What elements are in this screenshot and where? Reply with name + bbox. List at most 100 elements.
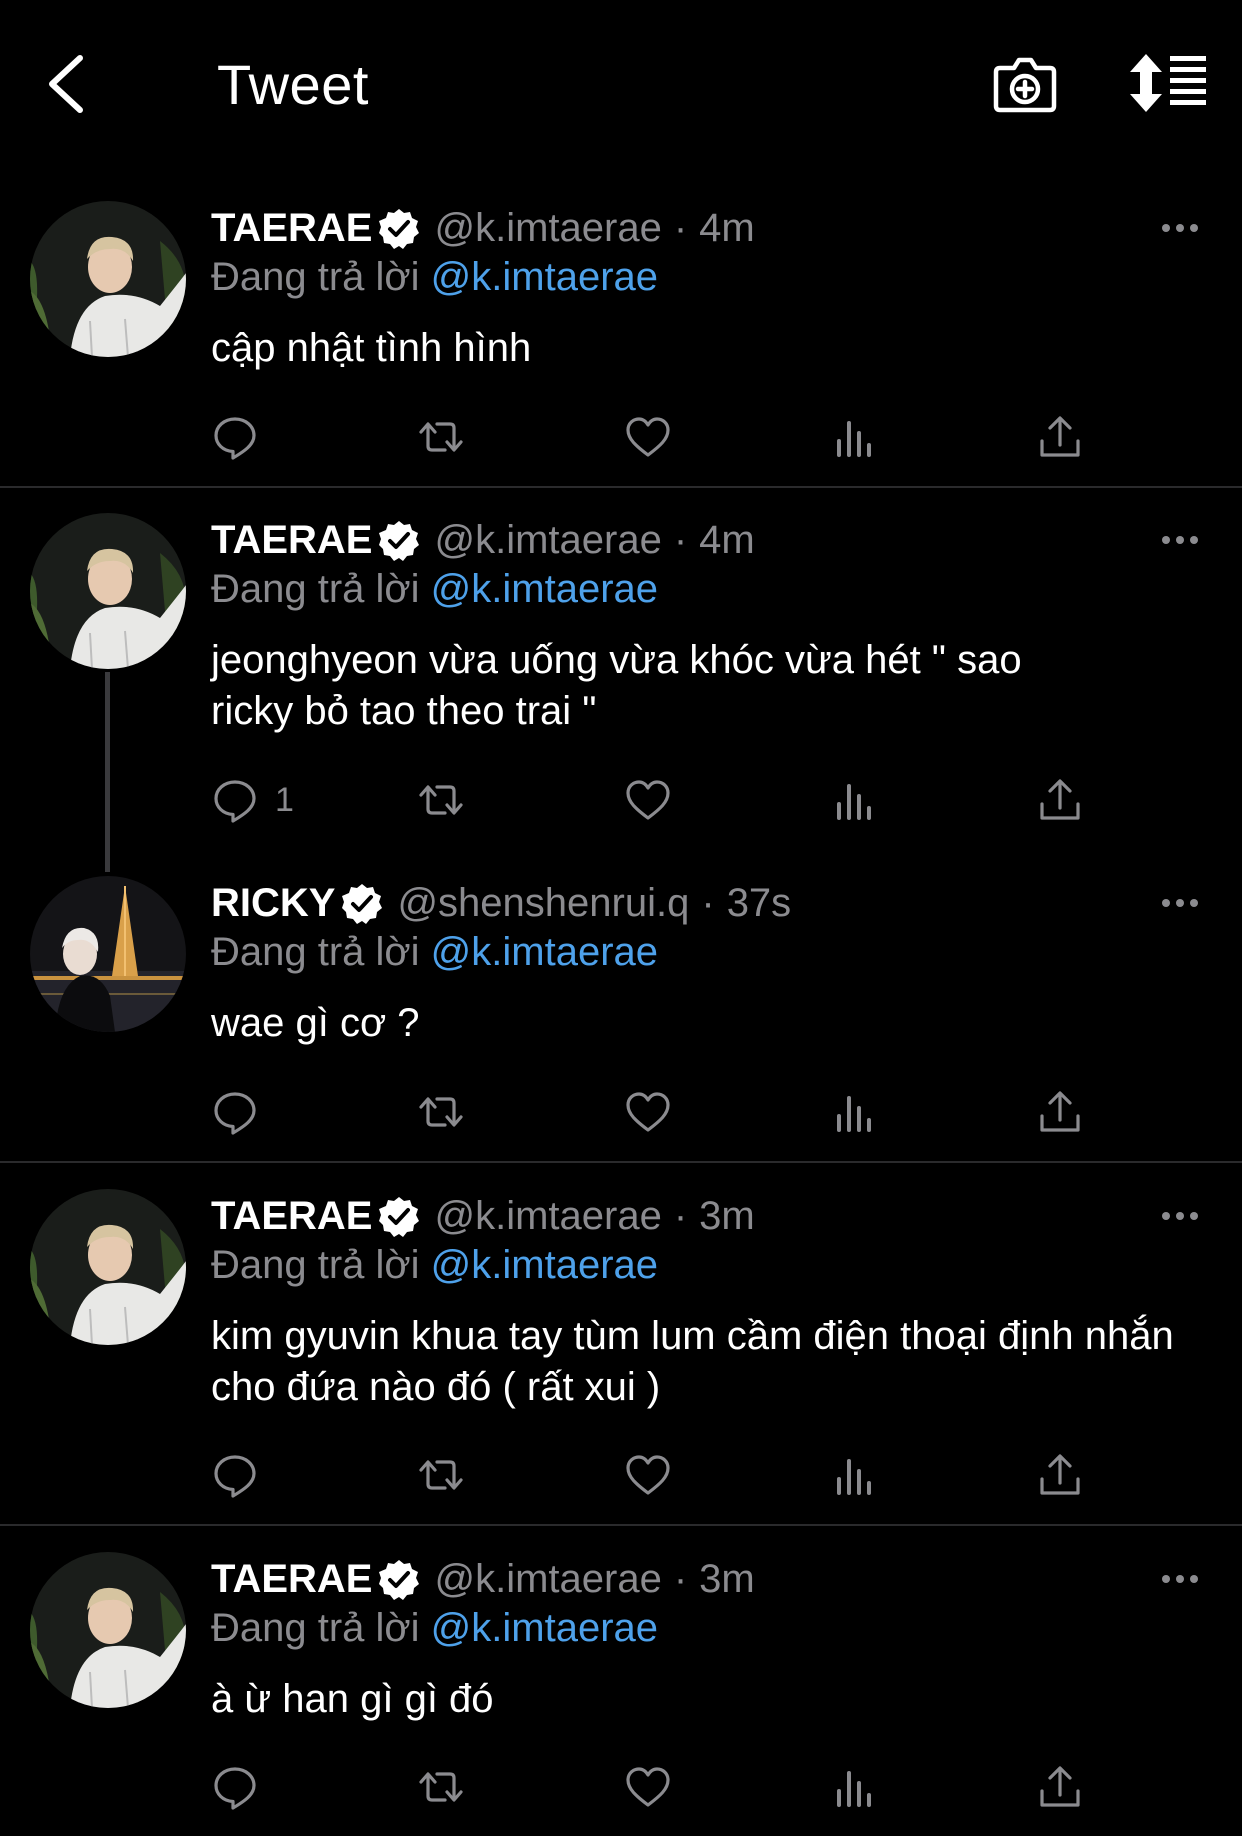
reply-button[interactable]	[211, 1087, 275, 1137]
reply-button[interactable]: 1	[211, 775, 294, 825]
avatar[interactable]	[30, 513, 186, 669]
stats-icon	[831, 1451, 879, 1499]
heart-icon	[624, 1451, 672, 1499]
retweet-icon	[417, 1088, 465, 1136]
reply-icon	[211, 1088, 259, 1136]
view-stats-button[interactable]	[831, 1087, 879, 1137]
reply-count: 1	[275, 780, 294, 819]
more-options-icon[interactable]	[1160, 1573, 1200, 1585]
retweet-icon	[417, 1451, 465, 1499]
like-button[interactable]	[624, 1450, 672, 1500]
reply-button[interactable]	[211, 1762, 275, 1812]
handle[interactable]: @k.imtaerae	[434, 206, 661, 251]
mention-link[interactable]: @k.imtaerae	[431, 255, 658, 299]
like-button[interactable]	[624, 1087, 672, 1137]
more-options-icon[interactable]	[1160, 222, 1200, 234]
view-stats-button[interactable]	[831, 412, 879, 462]
verified-badge-icon	[378, 1196, 420, 1238]
reply-button[interactable]	[211, 412, 275, 462]
heart-icon	[624, 776, 672, 824]
separator: ·	[673, 1557, 688, 1601]
action-bar	[211, 1762, 1111, 1812]
stats-icon	[831, 1088, 879, 1136]
retweet-button[interactable]	[417, 1762, 465, 1812]
replying-to: Đang trả lời @k.imtaerae	[211, 930, 658, 975]
handle[interactable]: @k.imtaerae	[434, 518, 661, 563]
action-bar	[211, 1450, 1111, 1500]
avatar[interactable]	[30, 1189, 186, 1345]
share-icon	[1036, 776, 1084, 824]
reply-button[interactable]	[211, 1450, 275, 1500]
camera-plus-icon[interactable]	[992, 50, 1058, 116]
replying-to-label: Đang trả lời	[211, 567, 420, 611]
replying-to: Đang trả lời @k.imtaerae	[211, 1606, 658, 1651]
replying-to: Đang trả lời @k.imtaerae	[211, 567, 658, 612]
more-options-icon[interactable]	[1160, 897, 1200, 909]
verified-badge-icon	[378, 1559, 420, 1601]
mention-link[interactable]: @k.imtaerae	[431, 930, 658, 974]
replying-to: Đang trả lời @k.imtaerae	[211, 1243, 658, 1288]
heart-icon	[624, 1088, 672, 1136]
share-button[interactable]	[1036, 1762, 1084, 1812]
display-name[interactable]: TAERAE	[211, 518, 372, 563]
share-icon	[1036, 1088, 1084, 1136]
reply-icon	[211, 1451, 259, 1499]
display-name[interactable]: TAERAE	[211, 206, 372, 251]
more-options-icon[interactable]	[1160, 1210, 1200, 1222]
display-name[interactable]: TAERAE	[211, 1557, 372, 1602]
mention-link[interactable]: @k.imtaerae	[431, 567, 658, 611]
view-stats-button[interactable]	[831, 775, 879, 825]
retweet-icon	[417, 1763, 465, 1811]
timestamp: 4m	[699, 206, 755, 250]
divider	[0, 1161, 1242, 1163]
retweet-button[interactable]	[417, 1450, 465, 1500]
chevron-left-icon[interactable]	[44, 52, 88, 116]
top-bar: Tweet	[0, 0, 1242, 165]
verified-badge-icon	[378, 520, 420, 562]
view-stats-button[interactable]	[831, 1762, 879, 1812]
share-button[interactable]	[1036, 1087, 1084, 1137]
retweet-button[interactable]	[417, 775, 465, 825]
share-icon	[1036, 1763, 1084, 1811]
action-bar	[211, 1087, 1111, 1137]
tweet-text: wae gì cơ ?	[211, 1001, 420, 1045]
more-options-icon[interactable]	[1160, 534, 1200, 546]
avatar[interactable]	[30, 876, 186, 1032]
reply-icon	[211, 1763, 259, 1811]
reply-icon	[211, 776, 259, 824]
replying-to-label: Đang trả lời	[211, 1243, 420, 1287]
retweet-icon	[417, 413, 465, 461]
display-name[interactable]: RICKY	[211, 881, 335, 926]
handle[interactable]: @k.imtaerae	[434, 1557, 661, 1602]
retweet-button[interactable]	[417, 1087, 465, 1137]
stats-icon	[831, 413, 879, 461]
handle[interactable]: @k.imtaerae	[434, 1194, 661, 1239]
retweet-button[interactable]	[417, 412, 465, 462]
tweet-text: kim gyuvin khua tay tùm lum cầm điện tho…	[211, 1314, 1174, 1409]
page-title: Tweet	[217, 53, 369, 116]
handle[interactable]: @shenshenrui.q	[397, 881, 689, 926]
tweet-text: jeonghyeon vừa uống vừa khóc vừa hét " s…	[211, 638, 1022, 733]
share-button[interactable]	[1036, 412, 1084, 462]
sort-icon[interactable]	[1130, 52, 1208, 114]
replying-to-label: Đang trả lời	[211, 930, 420, 974]
share-button[interactable]	[1036, 1450, 1084, 1500]
timestamp: 3m	[699, 1557, 755, 1601]
like-button[interactable]	[624, 1762, 672, 1812]
avatar[interactable]	[30, 201, 186, 357]
mention-link[interactable]: @k.imtaerae	[431, 1243, 658, 1287]
share-button[interactable]	[1036, 775, 1084, 825]
like-button[interactable]	[624, 412, 672, 462]
like-button[interactable]	[624, 775, 672, 825]
display-name[interactable]: TAERAE	[211, 1194, 372, 1239]
heart-icon	[624, 1763, 672, 1811]
tweet-text: à ừ han gì gì đó	[211, 1677, 494, 1721]
mention-link[interactable]: @k.imtaerae	[431, 1606, 658, 1650]
divider	[0, 1524, 1242, 1526]
retweet-icon	[417, 776, 465, 824]
avatar[interactable]	[30, 1552, 186, 1708]
timestamp: 37s	[726, 881, 792, 925]
separator: ·	[673, 1194, 688, 1238]
share-icon	[1036, 413, 1084, 461]
view-stats-button[interactable]	[831, 1450, 879, 1500]
